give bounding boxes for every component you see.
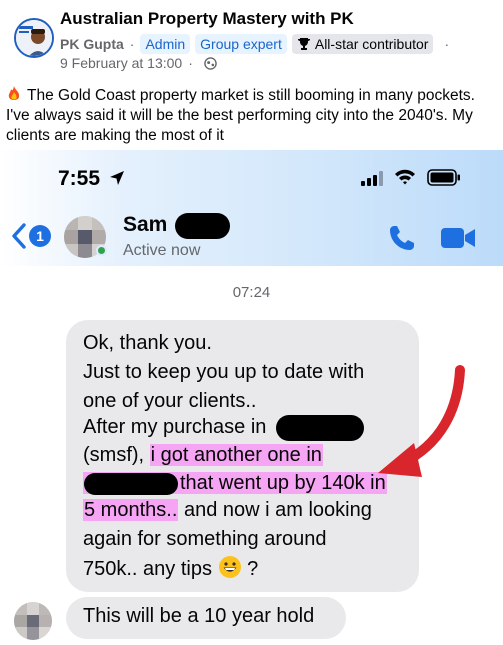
online-indicator [96, 245, 107, 256]
message-text: This will be a 10 year hold [83, 605, 315, 627]
message-text: 750k.. any tips [83, 558, 212, 580]
message-line: that went up by 140k in [83, 470, 387, 496]
author-name[interactable]: PK Gupta [60, 36, 124, 52]
post-header: Australian Property Mastery with PK PK G… [0, 0, 503, 80]
redacted-location [84, 472, 178, 495]
chat-timestamp: 07:24 [232, 284, 271, 301]
separator-dot: · [444, 36, 450, 52]
highlighted-redaction [83, 472, 179, 495]
redacted-surname [175, 213, 230, 239]
separator-dot: · [188, 55, 193, 71]
message-line: again for something around [83, 528, 327, 550]
highlighted-text: that went up by 140k in [179, 472, 387, 494]
message-text: ? [247, 558, 259, 580]
post-date-row: 9 February at 13:00 · [60, 55, 217, 71]
highlighted-text: i got another one in [149, 444, 323, 466]
phone-icon[interactable] [387, 223, 417, 253]
active-status: Active now [123, 242, 201, 259]
grinning-emoji-icon [218, 556, 241, 578]
fire-icon [8, 86, 20, 100]
location-arrow-icon [110, 171, 124, 185]
message-line: one of your clients.. [83, 390, 257, 412]
badge-admin: Admin [140, 34, 191, 54]
message-line: 5 months.. and now i am looking [83, 497, 372, 523]
signal-icon [361, 171, 383, 186]
trophy-icon [297, 38, 310, 50]
group-name[interactable]: Australian Property Mastery with PK [60, 9, 354, 29]
badge-label: All-star contributor [314, 36, 429, 52]
red-arrow-annotation [378, 365, 465, 477]
post-text: The Gold Coast property market is still … [6, 87, 475, 144]
message-line: 750k.. any tips ? [83, 555, 258, 582]
author-meta-row: PK Gupta · Admin Group expert All-star c… [60, 34, 455, 54]
message-line: Ok, thank you. [83, 332, 212, 354]
unread-count-badge[interactable]: 1 [29, 225, 51, 247]
status-bar-time: 7:55 [58, 167, 101, 190]
message-line: Just to keep you up to date with [83, 361, 365, 383]
sender-avatar[interactable] [14, 602, 52, 640]
message-line: After my purchase in [83, 414, 364, 441]
message-text: and now i am looking [183, 499, 372, 521]
video-icon[interactable] [441, 226, 476, 250]
globe-icon[interactable] [204, 56, 217, 70]
separator-dot: · [129, 36, 135, 52]
highlighted-text: 5 months.. [83, 499, 179, 521]
message-text: (smsf), [83, 444, 145, 466]
message-text: After my purchase in [83, 416, 267, 438]
post-body: The Gold Coast property market is still … [6, 85, 501, 146]
messenger-screenshot[interactable]: 7:55 1 Sam Active now 07:24 Ok, thank yo… [0, 150, 503, 645]
pixelated-avatar-image [14, 602, 52, 640]
group-avatar-image [16, 20, 52, 56]
group-avatar[interactable] [14, 18, 54, 58]
contact-name[interactable]: Sam [123, 213, 167, 237]
redacted-location [275, 414, 364, 441]
wifi-icon [395, 169, 415, 185]
badge-all-star-contributor: All-star contributor [291, 34, 434, 54]
message-line: (smsf), i got another one in [83, 442, 323, 468]
badge-group-expert: Group expert [195, 34, 287, 54]
post-date[interactable]: 9 February at 13:00 [60, 55, 182, 71]
battery-icon [427, 169, 460, 186]
